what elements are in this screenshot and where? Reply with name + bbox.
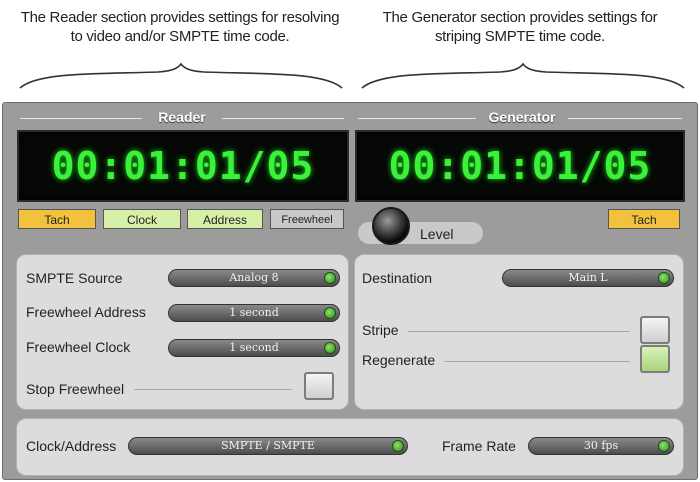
frame-rate-select[interactable]: 30 fps (528, 437, 674, 455)
address-indicator: Address (187, 209, 263, 229)
reader-title-line-left (20, 118, 142, 119)
clock-address-label: Clock/Address (26, 438, 117, 454)
generator-title: Generator (488, 109, 556, 125)
dropdown-arrow-icon (324, 307, 336, 319)
generator-brace (361, 62, 685, 89)
destination-value: Main L (568, 271, 608, 284)
reader-tach-indicator: Tach (18, 209, 96, 229)
regenerate-label: Regenerate (362, 352, 436, 368)
smpte-source-select[interactable]: Analog 8 (168, 269, 340, 287)
smpte-source-label: SMPTE Source (26, 270, 123, 286)
generator-timecode-display: 00:01:01/05 (355, 130, 685, 202)
stop-freewheel-label: Stop Freewheel (26, 381, 125, 397)
dropdown-arrow-icon (392, 440, 404, 452)
frame-rate-label: Frame Rate (442, 438, 516, 454)
reader-title-line-right (222, 118, 344, 119)
freewheel-address-value: 1 second (229, 306, 279, 319)
generator-timecode: 00:01:01/05 (388, 144, 652, 188)
generator-caption: The Generator section provides settings … (382, 9, 658, 45)
generator-title-line-left (358, 118, 476, 119)
generator-title-line-right (568, 118, 682, 119)
dropdown-arrow-icon (324, 272, 336, 284)
reader-title: Reader (158, 109, 206, 125)
regenerate-leader (444, 361, 630, 362)
regenerate-button[interactable] (640, 345, 670, 373)
stop-freewheel-button[interactable] (304, 372, 334, 400)
destination-label: Destination (362, 270, 433, 286)
level-label: Level (420, 226, 454, 242)
freewheel-indicator: Freewheel (270, 209, 344, 229)
stripe-button[interactable] (640, 316, 670, 344)
stripe-label: Stripe (362, 322, 399, 338)
dropdown-arrow-icon (658, 272, 670, 284)
destination-select[interactable]: Main L (502, 269, 674, 287)
generator-tach-indicator: Tach (608, 209, 680, 229)
reader-timecode: 00:01:01/05 (51, 144, 315, 188)
freewheel-clock-label: Freewheel Clock (26, 339, 131, 355)
stripe-leader (408, 331, 630, 332)
freewheel-clock-select[interactable]: 1 second (168, 339, 340, 357)
stop-freewheel-leader (134, 389, 292, 390)
reader-timecode-display: 00:01:01/05 (17, 130, 349, 202)
freewheel-address-label: Freewheel Address (26, 304, 146, 320)
reader-caption: The Reader section provides settings for… (20, 9, 340, 45)
dropdown-arrow-icon (324, 342, 336, 354)
reader-brace (19, 62, 343, 89)
clock-address-value: SMPTE / SMPTE (221, 439, 315, 452)
level-knob[interactable] (372, 207, 410, 245)
smpte-source-value: Analog 8 (229, 271, 279, 284)
clock-address-select[interactable]: SMPTE / SMPTE (128, 437, 408, 455)
freewheel-clock-value: 1 second (229, 341, 279, 354)
clock-indicator: Clock (103, 209, 181, 229)
freewheel-address-select[interactable]: 1 second (168, 304, 340, 322)
frame-rate-value: 30 fps (583, 439, 619, 452)
dropdown-arrow-icon (658, 440, 670, 452)
